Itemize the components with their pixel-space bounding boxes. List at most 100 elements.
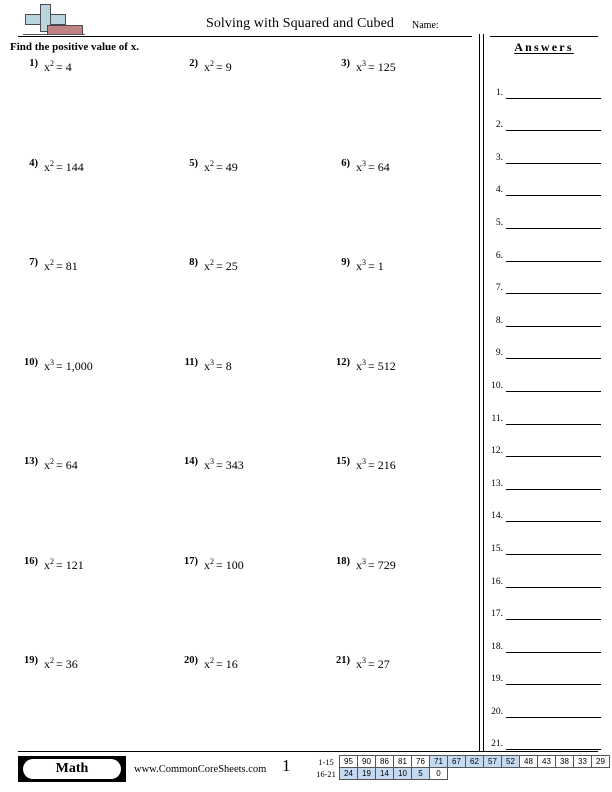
answer-write-line[interactable] bbox=[506, 423, 601, 425]
problem-number: 13) bbox=[24, 456, 38, 467]
problem-equation: x3 = 64 bbox=[356, 159, 390, 175]
problem-number: 21) bbox=[336, 655, 350, 666]
scale-cell: 81 bbox=[393, 755, 412, 768]
subject-badge: Math bbox=[18, 756, 126, 782]
answer-blank[interactable]: 21. bbox=[484, 720, 608, 753]
answer-write-line[interactable] bbox=[506, 651, 601, 653]
problem-equation: x2 = 121 bbox=[44, 557, 84, 573]
page-number: 1 bbox=[282, 756, 291, 775]
subject-badge-label: Math bbox=[23, 759, 121, 779]
scale-cell: 86 bbox=[375, 755, 394, 768]
problem-equation: x2 = 81 bbox=[44, 259, 78, 274]
answer-write-line[interactable] bbox=[506, 358, 601, 360]
answer-blank[interactable]: 12. bbox=[484, 427, 608, 460]
scale-cell: 90 bbox=[357, 755, 376, 768]
scale-cell: 43 bbox=[537, 755, 556, 768]
equation-right-side: = 144 bbox=[56, 159, 84, 174]
answer-blank[interactable]: 10. bbox=[484, 361, 608, 394]
problem-number: 7) bbox=[29, 257, 38, 268]
scale-row-label: 16-21 bbox=[316, 768, 336, 779]
answer-write-line[interactable] bbox=[506, 97, 601, 99]
equation-right-side: = 216 bbox=[368, 458, 396, 472]
problem-row: 16) x2 = 121 17) x2 = 100 18) x3 = 729 bbox=[0, 556, 479, 656]
answer-write-line[interactable] bbox=[506, 716, 601, 718]
answer-write-line[interactable] bbox=[506, 130, 601, 132]
page-title: Solving with Squared and Cubed bbox=[205, 16, 395, 31]
answer-blank[interactable]: 13. bbox=[484, 459, 608, 492]
answer-write-line[interactable] bbox=[506, 293, 601, 295]
answer-write-line[interactable] bbox=[506, 586, 601, 588]
answer-number: 2. bbox=[495, 120, 503, 131]
answer-number: 17. bbox=[491, 609, 503, 620]
answer-blank[interactable]: 4. bbox=[484, 166, 608, 199]
answer-number: 15. bbox=[491, 543, 503, 554]
answer-blank[interactable]: 1. bbox=[484, 68, 608, 101]
answer-blank[interactable]: 20. bbox=[484, 687, 608, 720]
answer-blank[interactable]: 5. bbox=[484, 198, 608, 231]
problem-item: 4) x2 = 144 bbox=[18, 158, 84, 176]
scale-row-2: 16-21 24 19 14 10 5 0 bbox=[313, 767, 610, 780]
answer-blank[interactable]: 16. bbox=[484, 557, 608, 590]
problem-number: 16) bbox=[24, 555, 38, 567]
answer-blank[interactable]: 17. bbox=[484, 590, 608, 623]
problem-row: 4) x2 = 144 5) x2 = 49 6) x3 = 64 bbox=[0, 158, 479, 258]
equation-exponent: 2 bbox=[210, 656, 214, 665]
scale-cell: 24 bbox=[339, 767, 358, 780]
problem-item: 18) x3 = 729 bbox=[330, 556, 396, 574]
equation-exponent: 2 bbox=[210, 258, 214, 267]
answer-blank[interactable]: 7. bbox=[484, 264, 608, 297]
scale-row-label: 1-15 bbox=[318, 756, 334, 767]
answer-blank[interactable]: 8. bbox=[484, 296, 608, 329]
answer-blank[interactable]: 15. bbox=[484, 524, 608, 557]
scale-cell: 10 bbox=[393, 767, 412, 780]
answer-write-line[interactable] bbox=[506, 684, 601, 686]
problem-item: 15) x3 = 216 bbox=[330, 456, 396, 474]
equation-exponent: 2 bbox=[50, 258, 54, 267]
scale-cell-empty bbox=[556, 768, 574, 780]
problem-item: 14) x3 = 343 bbox=[178, 456, 244, 474]
problem-equation: x3 = 1,000 bbox=[44, 358, 93, 374]
equation-right-side: = 512 bbox=[368, 358, 396, 373]
answer-blank[interactable]: 14. bbox=[484, 492, 608, 525]
scale-cell: 57 bbox=[483, 755, 502, 768]
equation-exponent: 2 bbox=[50, 59, 54, 68]
answer-blank[interactable]: 2. bbox=[484, 101, 608, 134]
equation-exponent: 3 bbox=[362, 59, 366, 68]
problem-equation: x2 = 9 bbox=[204, 60, 232, 75]
answer-blank[interactable]: 6. bbox=[484, 231, 608, 264]
answers-heading: Answers bbox=[514, 40, 574, 54]
problem-row: 13) x2 = 64 14) x3 = 343 15) x3 = 216 bbox=[0, 456, 479, 556]
answer-blank[interactable]: 11. bbox=[484, 394, 608, 427]
answer-write-line[interactable] bbox=[506, 521, 601, 523]
answer-blank[interactable]: 9. bbox=[484, 329, 608, 362]
problem-equation: x2 = 25 bbox=[204, 259, 238, 274]
equation-exponent: 2 bbox=[210, 556, 214, 566]
answer-blank[interactable]: 3. bbox=[484, 133, 608, 166]
answer-write-line[interactable] bbox=[506, 260, 601, 262]
answer-write-line[interactable] bbox=[506, 619, 601, 621]
answer-blank[interactable]: 19. bbox=[484, 655, 608, 688]
answer-write-line[interactable] bbox=[506, 227, 601, 229]
answer-write-line[interactable] bbox=[506, 553, 601, 555]
answer-write-line[interactable] bbox=[506, 390, 601, 392]
answer-write-line[interactable] bbox=[506, 456, 601, 458]
scale-cell-empty bbox=[538, 768, 556, 780]
scale-cell: 0 bbox=[429, 767, 448, 780]
scale-cell: 48 bbox=[519, 755, 538, 768]
equation-right-side: = 64 bbox=[368, 159, 390, 174]
scale-cell: 38 bbox=[555, 755, 574, 768]
equation-right-side: = 64 bbox=[56, 458, 78, 472]
problem-row: 10) x3 = 1,000 11) x3 = 8 12) x3 = 512 bbox=[0, 357, 479, 457]
scale-cell-empty bbox=[466, 768, 484, 780]
answer-write-line[interactable] bbox=[506, 162, 601, 164]
problem-number: 17) bbox=[184, 555, 198, 567]
equation-right-side: = 49 bbox=[216, 159, 238, 174]
problem-item: 6) x3 = 64 bbox=[330, 158, 390, 176]
scale-row-1: 1-15 95 90 86 81 76 71 67 62 57 52 48 43 38 33 29 bbox=[313, 755, 610, 768]
scale-cell: 14 bbox=[375, 767, 394, 780]
answer-write-line[interactable] bbox=[506, 195, 601, 197]
answer-write-line[interactable] bbox=[506, 325, 601, 327]
equation-exponent: 3 bbox=[362, 656, 366, 665]
answer-blank[interactable]: 18. bbox=[484, 622, 608, 655]
answer-write-line[interactable] bbox=[506, 488, 601, 490]
